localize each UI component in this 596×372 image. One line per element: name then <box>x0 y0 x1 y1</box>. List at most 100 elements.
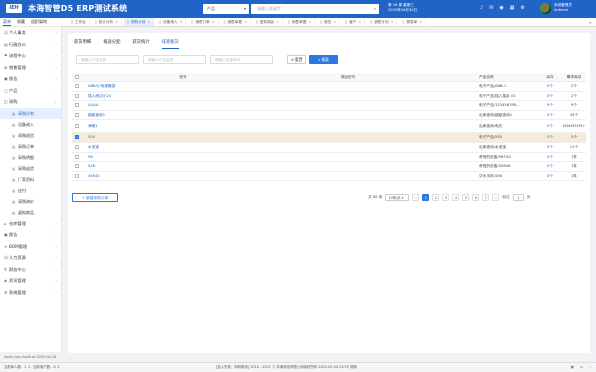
prev-page-button[interactable]: ‹ <box>412 194 420 201</box>
search-input[interactable]: 请输入关键字 ⌕ <box>251 4 379 14</box>
inner-tab-stock[interactable]: 排查备货 <box>161 39 179 49</box>
sidebar-sub-return[interactable]: ▤ 采购退货 <box>0 130 61 141</box>
sidebar-item-personal[interactable]: ☺个人事务 › <box>0 27 61 39</box>
inner-tab-stats[interactable]: 获货统计 <box>132 39 149 49</box>
table-row[interactable]: 546 奇怪的设备/45646 0个 1件 <box>72 162 586 172</box>
goto-page-input[interactable]: 1 <box>512 194 524 201</box>
sidebar-item-finance[interactable]: ¥ 财务中心 › <box>0 264 61 276</box>
row-type-link[interactable]: 海哩1 <box>88 120 248 133</box>
row-stock[interactable]: 0个 <box>542 153 558 163</box>
mail-icon[interactable]: ✉ <box>489 5 493 11</box>
chat-icon[interactable]: ◌ <box>589 363 592 372</box>
chat-icon[interactable]: ◉ <box>499 5 503 11</box>
close-icon[interactable]: × <box>276 18 279 26</box>
sidebar-sub-detail[interactable]: ▤ 采购明细 <box>0 152 61 163</box>
row-checkbox[interactable] <box>75 172 79 182</box>
row-stock[interactable]: 0个 <box>542 120 558 133</box>
settings-icon[interactable]: ⚙ <box>521 5 525 11</box>
sidebar-item-warehouse[interactable]: ⌂ 仓库管理 › <box>0 218 61 230</box>
monitor-icon[interactable]: ▭ <box>580 363 583 372</box>
tab-sales-plan[interactable]: ▯ 销售计划 × <box>367 18 398 26</box>
page-button[interactable]: 2 <box>432 194 440 201</box>
tab-device[interactable]: ▯ 设备询入 × <box>156 18 187 26</box>
row-stock[interactable]: 0个 <box>542 111 558 121</box>
row-checkbox[interactable] <box>75 92 79 102</box>
row-type-link[interactable]: AAAA <box>88 101 248 111</box>
close-icon[interactable]: × <box>180 18 183 26</box>
table-row[interactable]: 45645 华为手机/456 0个 1件 <box>72 172 586 182</box>
tab-report[interactable]: ▯ 报告 × <box>317 18 341 26</box>
sidebar-sub-payable[interactable]: ▤ 应付 <box>0 185 61 196</box>
sidebar-sub-vendor[interactable]: ▤ 厂家资料 <box>0 174 61 185</box>
row-stock[interactable]: 9个 <box>542 101 558 111</box>
sidebar-sub-virtual[interactable]: ▤ 虚拟商品 <box>0 207 61 218</box>
inner-tab-allocation[interactable]: 报送分配 <box>103 39 120 49</box>
tab-report-sheet[interactable]: ▯ 报表单 × <box>399 18 427 26</box>
next-page-button[interactable]: › <box>492 194 500 201</box>
row-checkbox[interactable] <box>75 111 79 121</box>
sidebar-item-report[interactable]: ▣报告 › <box>0 73 61 85</box>
page-button[interactable]: 6 <box>472 194 480 201</box>
row-type-link[interactable]: 56 <box>88 153 248 163</box>
search-category-select[interactable]: 产品 ▾ <box>203 4 249 14</box>
row-stock[interactable]: 0个 <box>542 162 558 172</box>
tab-workbench[interactable]: ▯ 工作台 <box>68 18 90 26</box>
sidebar-sub-order[interactable]: ▤ 采购订单 <box>0 141 61 152</box>
close-icon[interactable]: × <box>358 18 361 26</box>
row-checkbox[interactable] <box>75 120 79 133</box>
more-tabs-icon[interactable]: ≡ <box>589 18 592 27</box>
close-icon[interactable]: × <box>333 18 336 26</box>
tab-stats[interactable]: ▯ 统计分析 × <box>91 18 122 26</box>
table-row[interactable]: 水泥宝 出库查询/水泥宝 0个 11个 <box>72 143 586 153</box>
sidebar-item-news[interactable]: ◈ 资讯管理 › <box>0 275 61 287</box>
row-type-link[interactable]: 555 <box>88 133 248 143</box>
sidebar-item-flow[interactable]: ⚑流程中心 › <box>0 50 61 62</box>
row-stock[interactable]: 0个 <box>542 133 558 143</box>
row-type-link[interactable]: 45645 <box>88 172 248 182</box>
close-icon[interactable]: × <box>391 18 394 26</box>
col-required[interactable]: 需求库存 <box>560 73 588 82</box>
table-row[interactable]: AAAA 电子产品/123456789... 9个 9个 <box>72 101 586 111</box>
row-type-link[interactable]: 546 <box>88 162 248 172</box>
row-stock[interactable]: 0个 <box>542 82 558 92</box>
row-checkbox[interactable] <box>75 101 79 111</box>
row-checkbox[interactable] <box>75 143 79 153</box>
tab-customer[interactable]: ▯ 客户 × <box>342 18 366 26</box>
type-filter-input[interactable]: 请输入产品名称 <box>76 55 139 64</box>
source-filter-input[interactable]: 请输入来源单号 <box>210 55 273 64</box>
close-icon[interactable]: × <box>212 18 215 26</box>
tab-virtual[interactable]: ▯ 虚拟商品 × <box>252 18 283 26</box>
tab-sales-doc[interactable]: ▯ 销售单据 × <box>220 18 251 26</box>
search-button[interactable]: ⌕ 搜索 <box>309 55 338 64</box>
row-type-link[interactable]: 超级查询1 <box>88 111 248 121</box>
tab-sales-order[interactable]: ▯ 销售订单 × <box>188 18 219 26</box>
close-icon[interactable]: × <box>147 18 150 26</box>
reset-button[interactable]: ↺ 重置 <box>287 55 306 64</box>
tab-purchase-plan[interactable]: ▯ 采购计划 × <box>123 18 155 26</box>
row-checkbox[interactable] <box>75 162 79 172</box>
col-type[interactable]: 型号 <box>88 73 278 82</box>
tab-org[interactable]: 组织架构 <box>31 19 47 25</box>
name-filter-input[interactable]: 请输入产品名称 <box>143 55 206 64</box>
col-stock[interactable]: 库存 <box>542 73 558 82</box>
grid-icon[interactable]: ▦ <box>510 5 515 11</box>
inner-tab-detail[interactable]: 获货明细 <box>74 39 91 49</box>
table-row[interactable]: 海哩1 出库查询/电光 0个 4294967295个 <box>72 120 586 134</box>
bell-icon[interactable]: ♪ <box>480 5 483 11</box>
sidebar-item-office[interactable]: ▤行政办公 › <box>0 39 61 51</box>
sidebar-item-system[interactable]: ⚙系统管理 › <box>0 287 61 299</box>
tab-menu[interactable]: 菜单 <box>3 19 11 26</box>
row-type-link[interactable]: 插入底边小20 <box>88 92 248 102</box>
row-stock[interactable]: 0个 <box>542 92 558 102</box>
page-size-select[interactable]: 10条/页 ▾ <box>385 194 410 201</box>
row-type-link[interactable]: 水泥宝 <box>88 143 248 153</box>
table-row[interactable]: 插入底边小20 电子产品/插入接卦-01 0个 2个 <box>72 92 586 102</box>
table-row-selected[interactable]: ✓ 555 电子产品/555 0个 5个 <box>72 133 586 143</box>
sidebar-item-bom[interactable]: ≡ BOM管理 › <box>0 241 61 253</box>
sidebar-sub-device[interactable]: ▤ 设备询入 <box>0 119 61 130</box>
sidebar-sub-purchase-plan[interactable]: ▤ 采购计划 <box>0 107 61 119</box>
page-button[interactable]: 3 <box>442 194 450 201</box>
page-button[interactable]: 1 <box>422 194 430 201</box>
sidebar-sub-inquiry[interactable]: ▤ 采购询价 <box>0 196 61 207</box>
new-purchase-order-button[interactable]: + 新建采购订单 <box>72 193 118 202</box>
